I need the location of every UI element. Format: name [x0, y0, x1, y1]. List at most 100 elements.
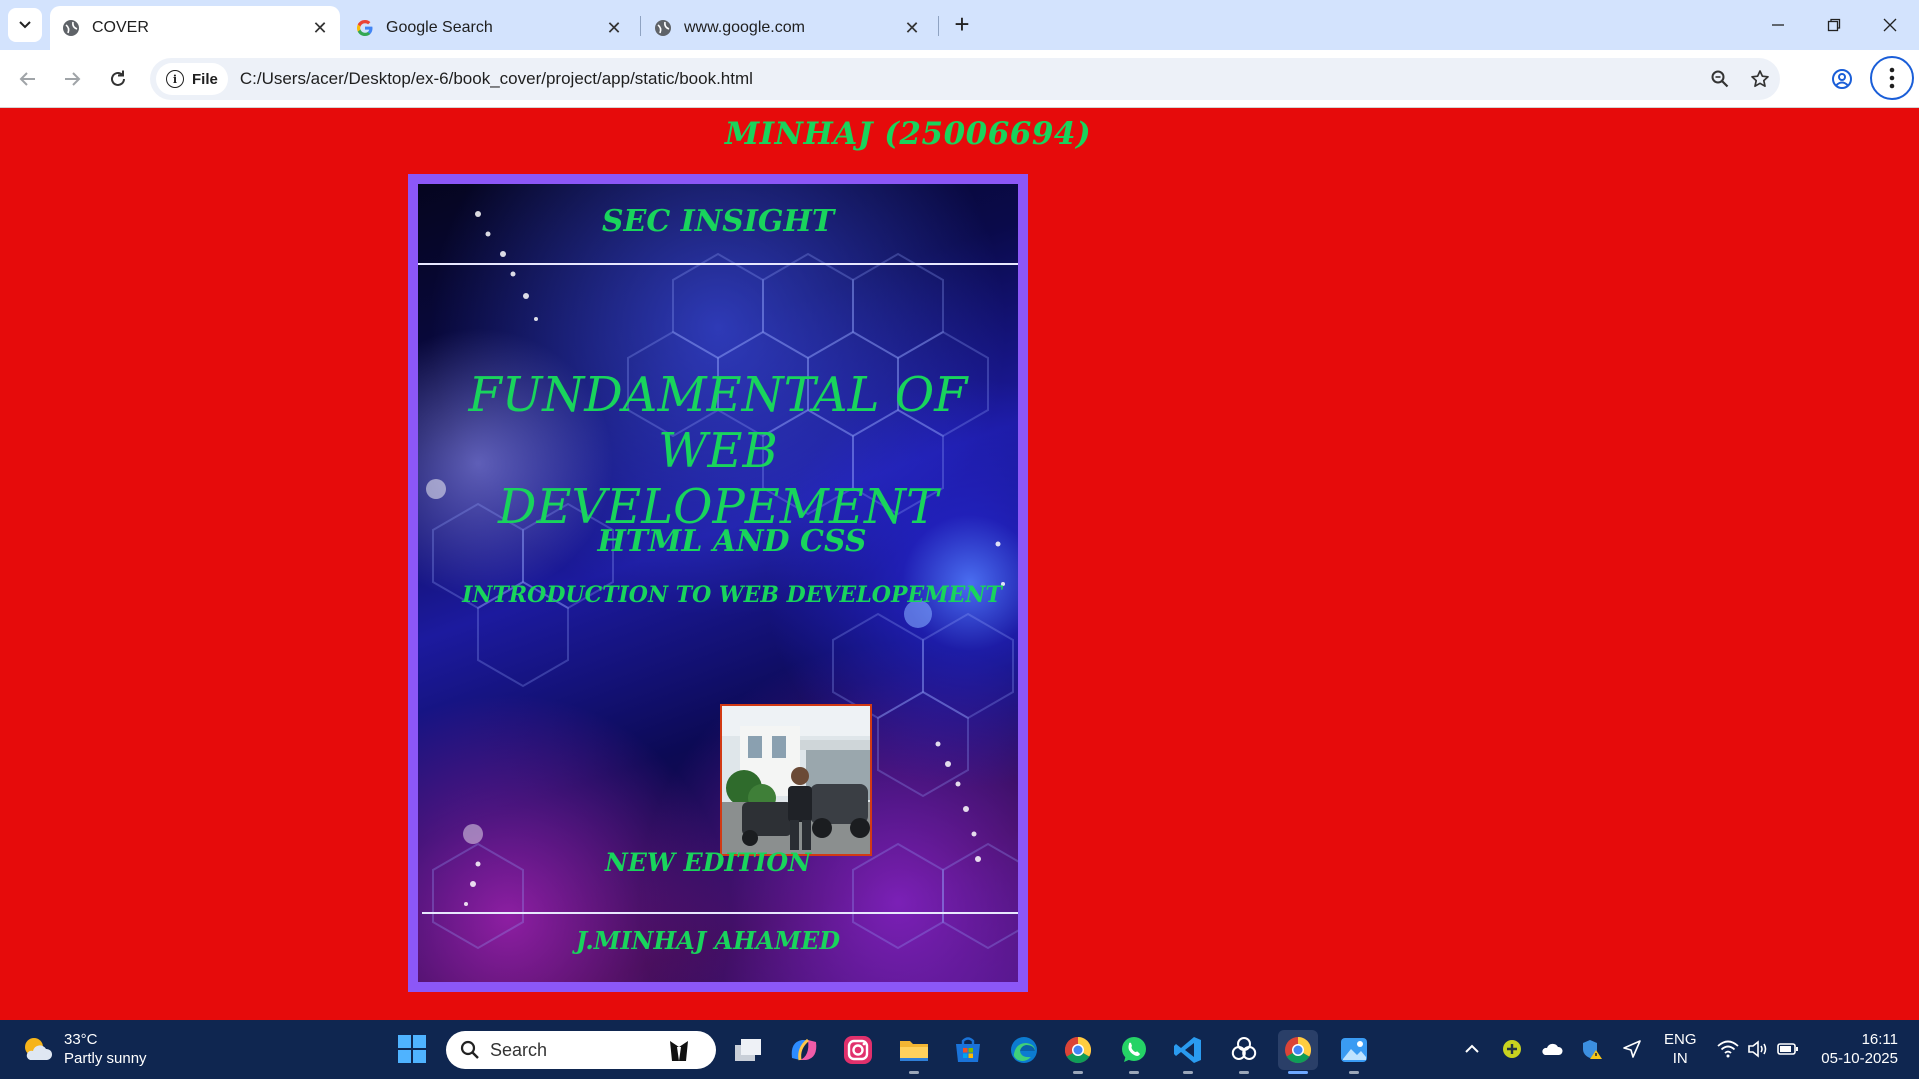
profile-button[interactable]: [1826, 63, 1858, 95]
tray-app-button[interactable]: [1498, 1034, 1526, 1064]
series-title: SEC INSIGHT: [601, 204, 835, 239]
weather-widget[interactable]: 33°C Partly sunny: [20, 1030, 147, 1068]
book-cover-frame: SEC INSIGHT FUNDAMENTAL OF WEB DEVELOPEM…: [408, 174, 1028, 992]
page-viewport: MINHAJ (25006694) SEC INSIGHT FUNDAMENTA…: [0, 108, 1919, 1020]
tab-cover[interactable]: COVER ✕: [50, 6, 340, 50]
chatgpt-button[interactable]: [1224, 1030, 1264, 1074]
back-arrow-icon: [19, 72, 35, 86]
new-tab-button[interactable]: +: [948, 9, 976, 39]
restore-icon: [1827, 18, 1841, 32]
profile-icon: [1832, 69, 1852, 89]
info-icon: i: [166, 70, 184, 88]
close-icon[interactable]: ✕: [900, 16, 924, 40]
instagram-button[interactable]: [838, 1030, 878, 1070]
weather-temp: 33°C: [64, 1031, 98, 1048]
whatsapp-button[interactable]: [1114, 1030, 1154, 1074]
chrome-icon: [1285, 1036, 1312, 1064]
instagram-icon: [844, 1036, 872, 1064]
system-clock[interactable]: 16:11 05-10-2025: [1812, 1030, 1898, 1068]
onedrive-button[interactable]: [1538, 1034, 1566, 1064]
tab-google-search[interactable]: Google Search ✕: [344, 6, 634, 50]
lang-code: ENG: [1664, 1031, 1697, 1048]
windows-taskbar: 33°C Partly sunny Search ENG IN 16:11 05…: [0, 1020, 1919, 1079]
chrome-active-button[interactable]: [1278, 1030, 1318, 1074]
edge-button[interactable]: [1004, 1030, 1044, 1070]
back-button[interactable]: [12, 63, 44, 95]
author-photo: [720, 704, 872, 856]
lang-region: IN: [1672, 1050, 1688, 1067]
tab-separator: [938, 16, 939, 36]
site-info-chip[interactable]: i File: [156, 63, 228, 95]
book-title: FUNDAMENTAL OF WEB DEVELOPEMENT: [418, 367, 1018, 535]
book-tagline: INTRODUCTION TO WEB DEVELOPEMENT: [462, 582, 1002, 608]
microsoft-store-icon: [956, 1037, 980, 1062]
tab-strip: COVER ✕ Google Search ✕ www.google.com ✕…: [0, 0, 1919, 50]
photo-image: [722, 706, 870, 854]
reload-button[interactable]: [102, 63, 134, 95]
security-button[interactable]: [1578, 1034, 1606, 1064]
author-name: J.MINHAJ AHAMED: [575, 926, 841, 955]
tab-separator: [640, 16, 641, 36]
browser-toolbar: i File C:/Users/acer/Desktop/ex-6/book_c…: [0, 50, 1919, 108]
tab-search-button[interactable]: [8, 8, 42, 42]
minimize-button[interactable]: [1758, 8, 1798, 42]
taskbar-search[interactable]: Search: [446, 1031, 716, 1069]
top-divider: [418, 263, 1018, 265]
cloud-icon: [1542, 1043, 1563, 1055]
windows-start-icon[interactable]: [396, 1033, 428, 1065]
plus-circle-icon: [1503, 1040, 1521, 1058]
clock-date: 05-10-2025: [1821, 1050, 1898, 1067]
chevron-down-icon: [19, 21, 31, 29]
partly-sunny-icon: [25, 1038, 53, 1060]
close-window-button[interactable]: [1870, 8, 1910, 42]
book-title-line-1: FUNDAMENTAL OF WEB: [468, 367, 968, 479]
star-icon: [1751, 70, 1769, 88]
whatsapp-icon: [1122, 1037, 1146, 1062]
photos-button[interactable]: [1334, 1030, 1374, 1074]
restore-button[interactable]: [1814, 8, 1854, 42]
bookmark-button[interactable]: [1740, 61, 1780, 97]
page-heading: MINHAJ (25006694): [724, 116, 1092, 152]
language-indicator[interactable]: ENG IN: [1664, 1030, 1697, 1068]
copilot-button[interactable]: [784, 1030, 824, 1070]
minimize-icon: [1772, 24, 1784, 26]
edition-label: NEW EDITION: [604, 848, 812, 877]
task-view-button[interactable]: [728, 1030, 768, 1070]
google-g-icon: [356, 19, 374, 37]
chatgpt-icon: [1231, 1037, 1257, 1060]
clock-time: 16:11: [1861, 1031, 1898, 1048]
bottom-divider: [422, 912, 1018, 914]
search-placeholder: Search: [490, 1039, 548, 1060]
tab-google-com[interactable]: www.google.com ✕: [642, 6, 932, 50]
zoom-button[interactable]: [1700, 61, 1740, 97]
close-icon[interactable]: ✕: [602, 16, 626, 40]
location-arrow-icon: [1623, 1040, 1641, 1058]
volume-status[interactable]: [1744, 1034, 1772, 1064]
search-highlight-icon: [666, 1037, 692, 1063]
more-vertical-icon: [1889, 67, 1895, 89]
close-icon[interactable]: ✕: [308, 16, 332, 40]
tab-title: www.google.com: [684, 19, 805, 36]
url-text[interactable]: C:/Users/acer/Desktop/ex-6/book_cover/pr…: [240, 69, 1700, 89]
reload-icon: [111, 70, 125, 86]
forward-arrow-icon: [65, 72, 81, 86]
battery-status[interactable]: [1774, 1034, 1802, 1064]
show-hidden-icons-button[interactable]: [1458, 1034, 1486, 1064]
speaker-icon: [1748, 1040, 1767, 1058]
zoom-icon: [1711, 70, 1729, 88]
book-cover: SEC INSIGHT FUNDAMENTAL OF WEB DEVELOPEM…: [418, 184, 1018, 982]
microsoft-store-button[interactable]: [948, 1030, 988, 1070]
weather-desc: Partly sunny: [64, 1050, 147, 1067]
search-icon: [460, 1040, 479, 1059]
book-subtitle: HTML AND CSS: [597, 524, 867, 559]
forward-button[interactable]: [56, 63, 88, 95]
vscode-button[interactable]: [1168, 1030, 1208, 1074]
address-bar[interactable]: i File C:/Users/acer/Desktop/ex-6/book_c…: [150, 58, 1780, 100]
chrome-button[interactable]: [1058, 1030, 1098, 1074]
photos-icon: [1341, 1038, 1367, 1062]
wifi-status[interactable]: [1714, 1034, 1742, 1064]
file-explorer-button[interactable]: [894, 1030, 934, 1074]
globe-icon: [62, 19, 80, 37]
location-button[interactable]: [1618, 1034, 1646, 1064]
chrome-menu-button[interactable]: [1870, 56, 1914, 100]
